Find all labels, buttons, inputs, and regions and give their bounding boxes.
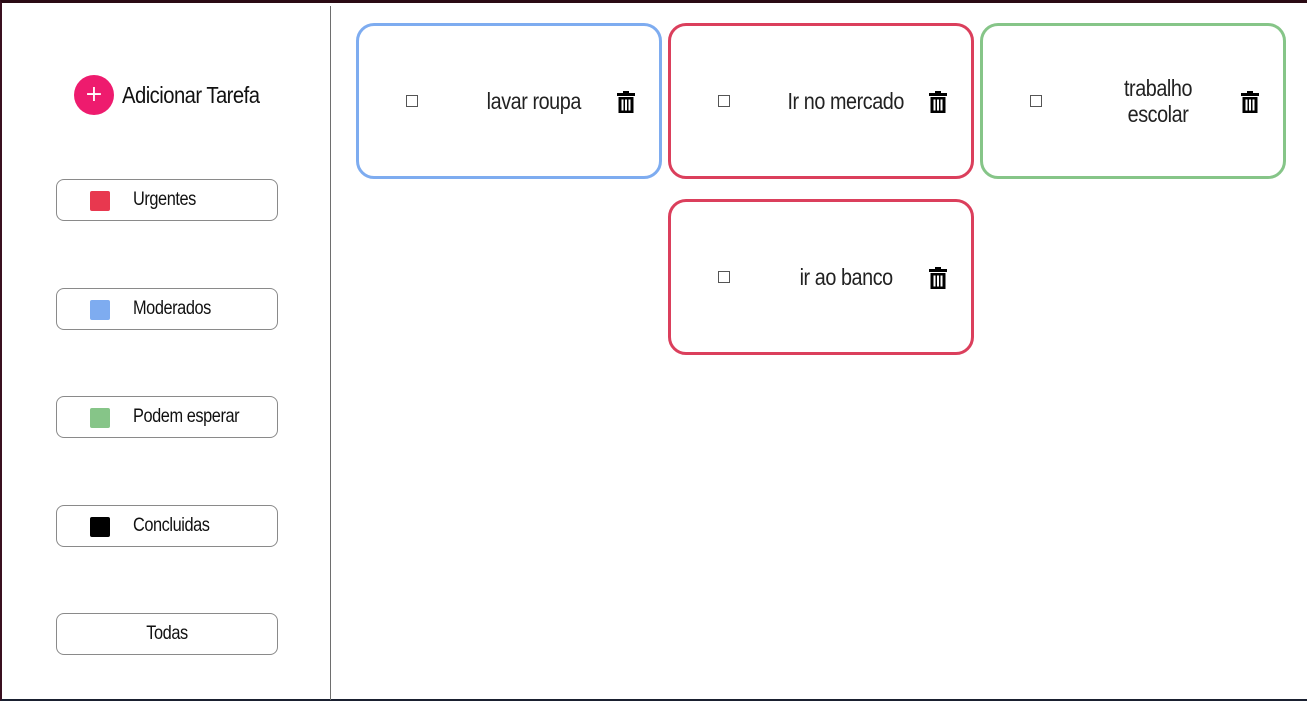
task-card[interactable]: lavar roupa — [356, 23, 662, 179]
trash-icon[interactable] — [1241, 91, 1259, 113]
filter-label: Moderados — [133, 298, 211, 319]
plus-icon[interactable]: + — [74, 75, 114, 115]
task-checkbox[interactable] — [718, 95, 730, 107]
filter-label: Urgentes — [133, 189, 196, 210]
task-text: Ir no mercado — [766, 26, 926, 176]
podem-esperar-color-swatch — [90, 408, 110, 428]
moderados-color-swatch — [90, 300, 110, 320]
task-card[interactable]: Ir no mercado — [668, 23, 974, 179]
task-checkbox[interactable] — [406, 95, 418, 107]
app-window: + Adicionar Tarefa Urgentes Moderados Po… — [0, 0, 1307, 701]
add-task-button[interactable]: + Adicionar Tarefa — [74, 74, 278, 116]
filter-label: Podem esperar — [133, 406, 240, 427]
filter-label: Concluidas — [133, 515, 210, 536]
task-text: trabalho escolar — [1078, 26, 1238, 176]
task-text: lavar roupa — [454, 26, 614, 176]
trash-icon[interactable] — [929, 267, 947, 289]
task-text-label: ir ao banco — [799, 264, 893, 290]
task-card[interactable]: trabalho escolar — [980, 23, 1286, 179]
task-checkbox[interactable] — [1030, 95, 1042, 107]
task-card[interactable]: ir ao banco — [668, 199, 974, 355]
task-text-label: lavar roupa — [486, 88, 582, 114]
task-checkbox[interactable] — [718, 271, 730, 283]
filter-podem-esperar-button[interactable]: Podem esperar — [56, 396, 278, 438]
filter-moderados-button[interactable]: Moderados — [56, 288, 278, 330]
filter-concluidas-button[interactable]: Concluidas — [56, 505, 278, 547]
trash-icon[interactable] — [617, 91, 635, 113]
concluidas-color-swatch — [90, 517, 110, 537]
filter-urgentes-button[interactable]: Urgentes — [56, 179, 278, 221]
task-text-label: trabalho escolar — [1123, 75, 1193, 127]
filter-label: Todas — [146, 623, 188, 644]
filter-todas-button[interactable]: Todas — [56, 613, 278, 655]
add-task-label[interactable]: Adicionar Tarefa — [122, 82, 260, 109]
urgentes-color-swatch — [90, 191, 110, 211]
task-text-label: Ir no mercado — [787, 88, 905, 114]
task-text: ir ao banco — [766, 202, 926, 352]
trash-icon[interactable] — [929, 91, 947, 113]
sidebar: + Adicionar Tarefa Urgentes Moderados Po… — [4, 6, 331, 700]
